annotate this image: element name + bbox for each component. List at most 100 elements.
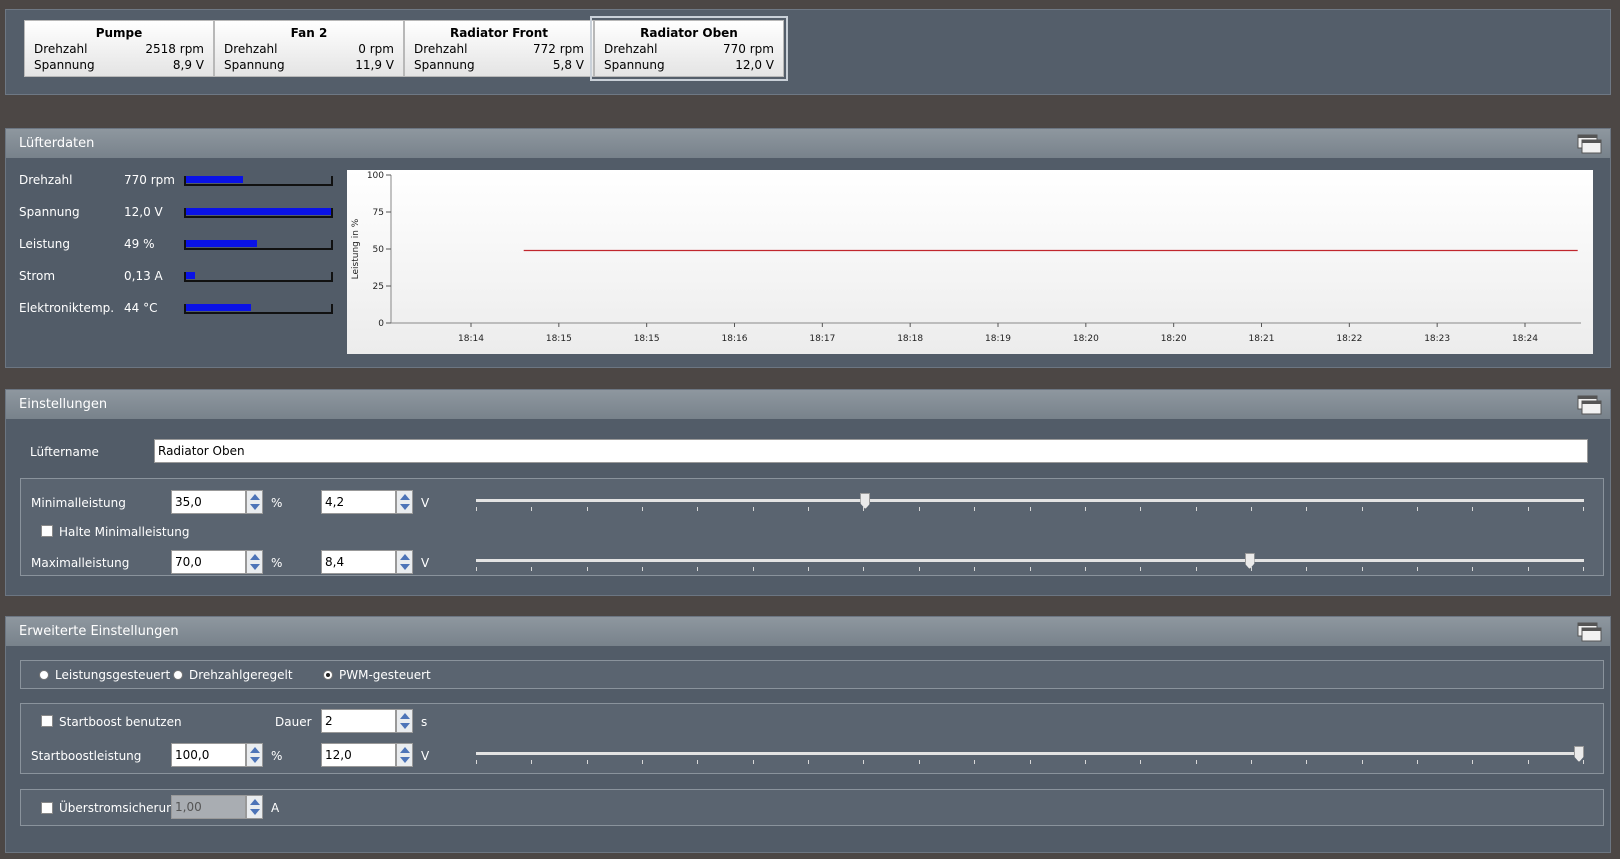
mode-radio-power[interactable] bbox=[39, 670, 49, 680]
slider-tick bbox=[808, 507, 810, 511]
duration-input[interactable]: 2 bbox=[321, 709, 396, 733]
y-tick-label: 0 bbox=[378, 319, 384, 329]
boost-power-label: Startboostleistung bbox=[31, 749, 142, 763]
fan-tile-rpm: 2518 rpm bbox=[145, 42, 204, 56]
spin-up-icon[interactable] bbox=[400, 494, 410, 500]
min-power-slider[interactable] bbox=[476, 492, 1584, 516]
fan-tile-voltage-label: Spannung bbox=[604, 58, 665, 72]
volt-unit: V bbox=[421, 556, 430, 570]
windows-icon[interactable] bbox=[1576, 621, 1602, 643]
x-tick-label: 18:20 bbox=[1073, 334, 1099, 344]
hold-min-label: Halte Minimalleistung bbox=[59, 525, 190, 539]
boost-power-slider[interactable] bbox=[476, 745, 1584, 769]
fan-tile-radiator-oben[interactable]: Radiator Oben Drehzahl 770 rpm Spannung 12… bbox=[590, 16, 788, 81]
slider-tick bbox=[1583, 507, 1584, 511]
fan-tile-voltage: 12,0 V bbox=[735, 58, 774, 72]
max-percent-spinner[interactable] bbox=[246, 550, 263, 574]
boost-volt-spinner[interactable] bbox=[396, 743, 413, 767]
slider-tick bbox=[531, 507, 533, 511]
stat-value-power: 49 % bbox=[124, 237, 155, 251]
spin-down-icon[interactable] bbox=[250, 757, 260, 763]
spin-down-icon[interactable] bbox=[400, 564, 410, 570]
x-tick-label: 18:17 bbox=[809, 334, 835, 344]
spin-up-icon[interactable] bbox=[400, 554, 410, 560]
slider-tick bbox=[918, 507, 920, 511]
fan-tile-pumpe[interactable]: Pumpe Drehzahl 2518 rpm Spannung 8,9 V bbox=[24, 20, 214, 77]
slider-tick bbox=[1527, 507, 1529, 511]
slider-tick bbox=[1306, 507, 1308, 511]
current-level-bar bbox=[184, 272, 333, 282]
spin-up-icon[interactable] bbox=[400, 747, 410, 753]
max-power-slider[interactable] bbox=[476, 552, 1584, 576]
bar-fill bbox=[186, 272, 195, 279]
spin-up-icon[interactable] bbox=[400, 713, 410, 719]
fan-tile-name: Fan 2 bbox=[290, 26, 328, 40]
spin-down-icon[interactable] bbox=[400, 504, 410, 510]
fan-name-label: Lüftername bbox=[30, 445, 99, 459]
spin-down-icon[interactable] bbox=[250, 564, 260, 570]
slider-track[interactable] bbox=[476, 499, 1584, 502]
bar-fill bbox=[186, 208, 331, 215]
fan-tile-fan-2[interactable]: Fan 2 Drehzahl 0 rpm Spannung 11,9 V bbox=[214, 20, 404, 77]
panel-title: Lüfterdaten bbox=[19, 136, 95, 151]
boost-volt-input[interactable]: 12,0 bbox=[321, 743, 396, 767]
min-percent-spinner[interactable] bbox=[246, 490, 263, 514]
startboost-group: Startboost benutzen Dauer 2 s Startboost… bbox=[20, 703, 1604, 774]
max-percent-input[interactable]: 70,0 bbox=[171, 550, 246, 574]
spin-down-icon[interactable] bbox=[400, 757, 410, 763]
spin-down-icon[interactable] bbox=[250, 809, 260, 815]
stat-value-electronics-temp: 44 °C bbox=[124, 301, 158, 315]
duration-label: Dauer bbox=[275, 715, 312, 729]
max-volt-spinner[interactable] bbox=[396, 550, 413, 574]
slider-tick bbox=[1195, 567, 1197, 571]
spin-up-icon[interactable] bbox=[250, 799, 260, 805]
slider-tick bbox=[974, 760, 976, 764]
stat-value-voltage: 12,0 V bbox=[124, 205, 163, 219]
windows-icon[interactable] bbox=[1576, 133, 1602, 155]
max-volt-input[interactable]: 8,4 bbox=[321, 550, 396, 574]
min-volt-spinner[interactable] bbox=[396, 490, 413, 514]
boost-percent-input[interactable]: 100,0 bbox=[171, 743, 246, 767]
volt-unit: V bbox=[421, 496, 430, 510]
y-tick-label: 100 bbox=[367, 171, 384, 181]
mode-radio-pwm[interactable] bbox=[323, 670, 333, 680]
mode-label-rpm: Drehzahlgeregelt bbox=[189, 668, 293, 682]
hold-min-checkbox[interactable] bbox=[41, 525, 53, 537]
startboost-checkbox[interactable] bbox=[41, 715, 53, 727]
min-percent-input[interactable]: 35,0 bbox=[171, 490, 246, 514]
slider-tick bbox=[1416, 507, 1418, 511]
slider-tick bbox=[531, 760, 533, 764]
mode-radio-rpm[interactable] bbox=[173, 670, 183, 680]
fan-tile-radiator-front[interactable]: Radiator Front Drehzahl 772 rpm Spannung 5… bbox=[404, 20, 594, 77]
slider-tick bbox=[863, 567, 865, 571]
overcurrent-spinner[interactable] bbox=[246, 795, 263, 819]
slider-tick bbox=[1140, 760, 1142, 764]
spin-up-icon[interactable] bbox=[250, 494, 260, 500]
duration-spinner[interactable] bbox=[396, 709, 413, 733]
overcurrent-checkbox[interactable] bbox=[41, 802, 53, 814]
fan-tile-rpm: 770 rpm bbox=[723, 42, 774, 56]
spin-down-icon[interactable] bbox=[250, 504, 260, 510]
slider-tick bbox=[1029, 507, 1031, 511]
slider-track[interactable] bbox=[476, 559, 1584, 562]
slider-ticks bbox=[476, 760, 1584, 764]
overcurrent-group: Überstromsicherung 1,00 A bbox=[20, 789, 1604, 826]
power-level-bar bbox=[184, 240, 333, 250]
spin-down-icon[interactable] bbox=[400, 723, 410, 729]
spin-up-icon[interactable] bbox=[250, 554, 260, 560]
slider-tick bbox=[974, 507, 976, 511]
slider-tick bbox=[1472, 760, 1474, 764]
slider-tick bbox=[642, 760, 644, 764]
slider-tick bbox=[1250, 760, 1252, 764]
percent-unit: % bbox=[271, 496, 283, 510]
windows-icon[interactable] bbox=[1576, 394, 1602, 416]
fan-name-input[interactable]: Radiator Oben bbox=[154, 439, 1588, 463]
duration-unit: s bbox=[421, 715, 428, 729]
slider-tick bbox=[1527, 760, 1529, 764]
overcurrent-input[interactable]: 1,00 bbox=[171, 795, 246, 819]
spin-up-icon[interactable] bbox=[250, 747, 260, 753]
settings-panel: Einstellungen Lüftername Radiator Oben M… bbox=[5, 389, 1611, 596]
boost-percent-spinner[interactable] bbox=[246, 743, 263, 767]
min-volt-input[interactable]: 4,2 bbox=[321, 490, 396, 514]
slider-track[interactable] bbox=[476, 752, 1584, 755]
